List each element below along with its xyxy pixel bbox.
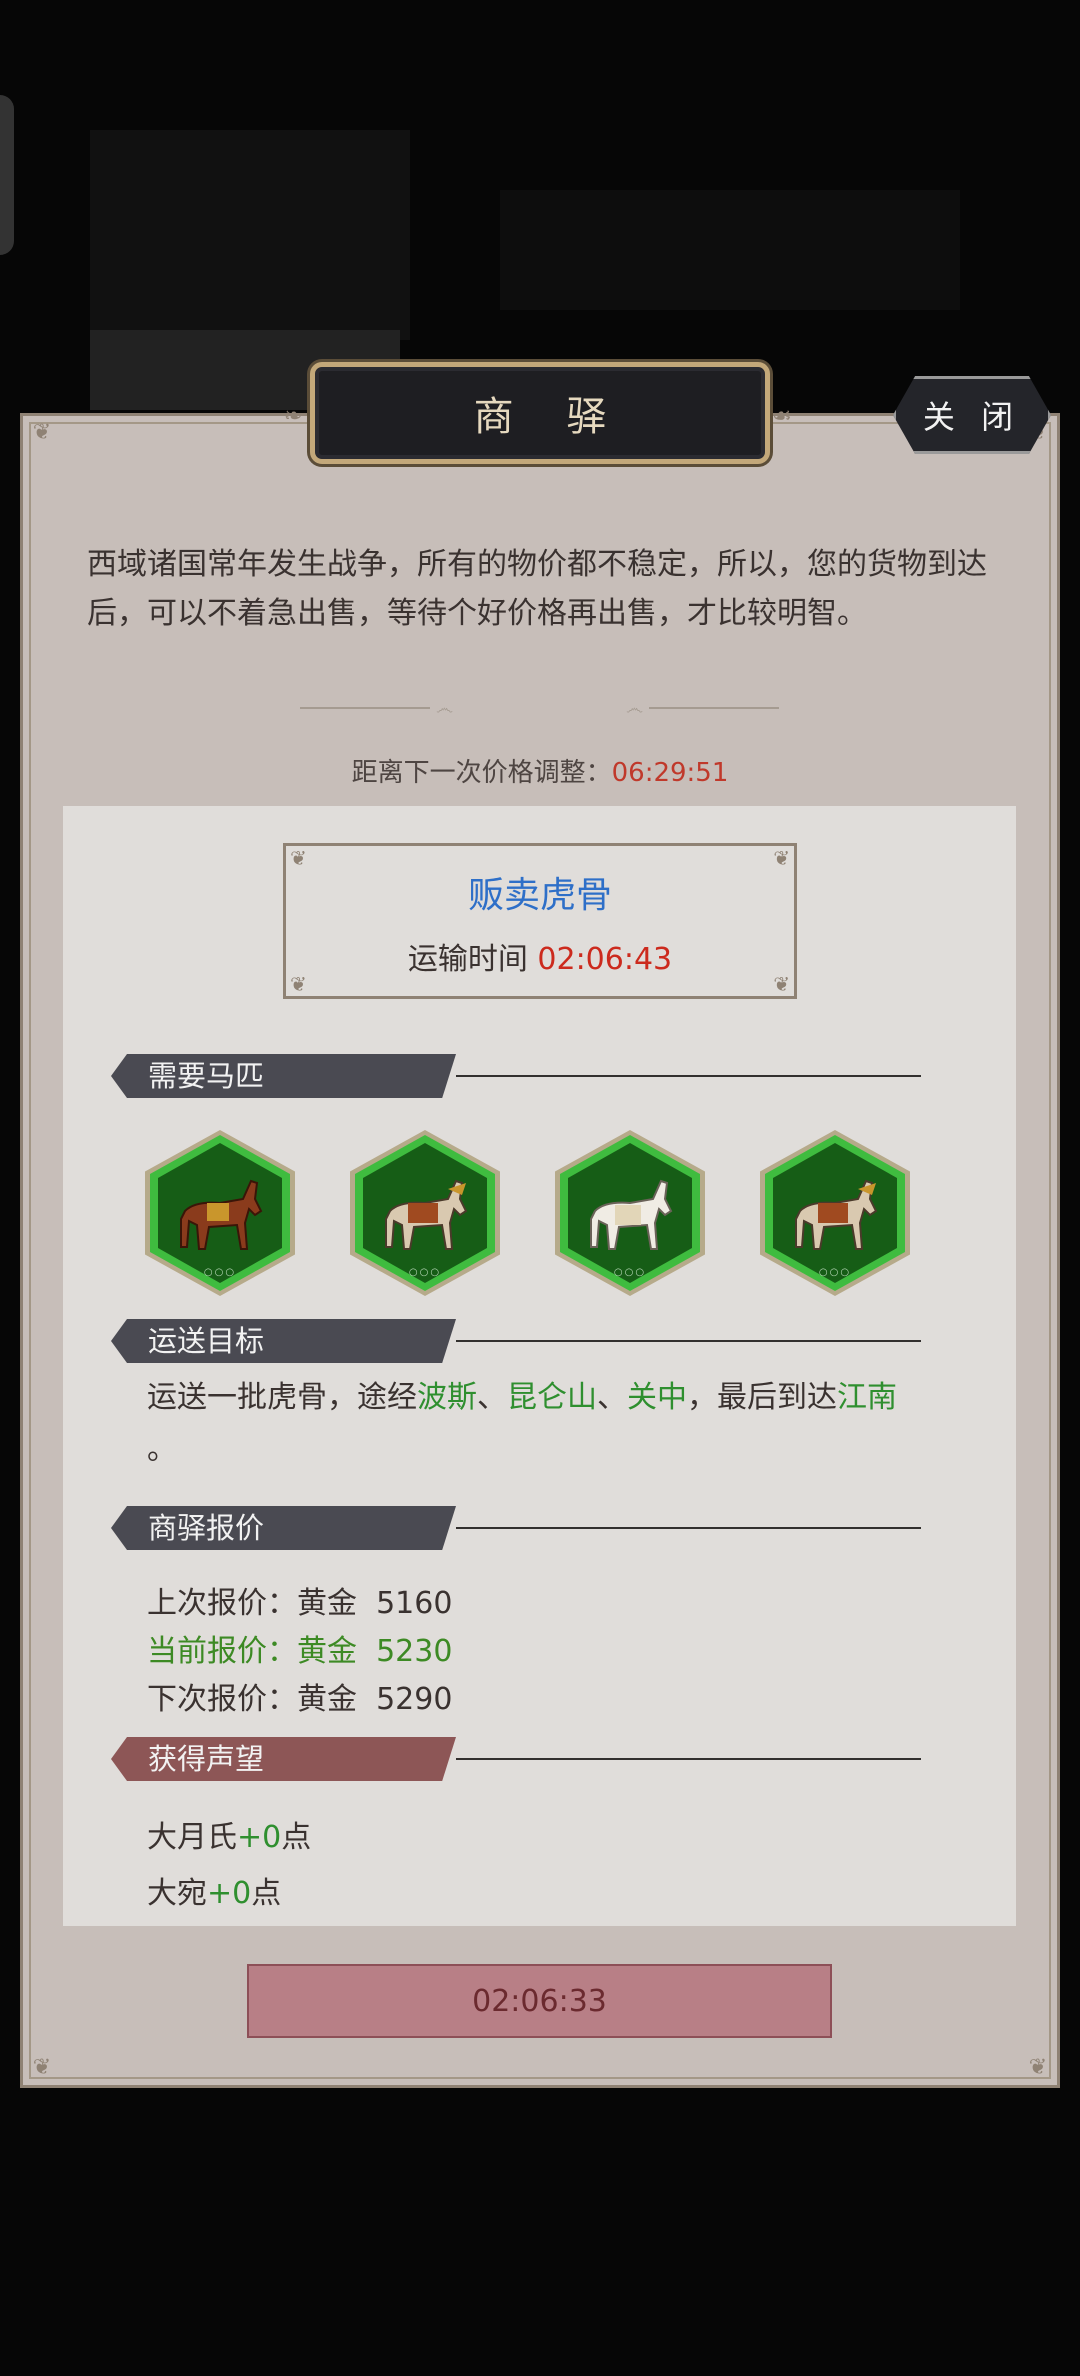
route-destination: 江南: [837, 1380, 897, 1415]
reputation-name: 大宛: [147, 1876, 207, 1911]
price-adjust-timer: 距离下一次价格调整：06:29:51: [0, 752, 1080, 789]
title-wing-right: ☙: [772, 404, 792, 429]
next-quote: 下次报价：黄金 5290: [147, 1682, 453, 1717]
corner-ornament: ❦: [1028, 2055, 1048, 2080]
section-rule: [456, 1527, 921, 1529]
countdown-action-button[interactable]: 02:06:33: [247, 1964, 832, 2038]
section-header-horses: 需要马匹: [111, 1054, 921, 1098]
route-separator: 、: [597, 1380, 627, 1415]
section-title: 需要马匹: [111, 1054, 456, 1098]
route-prefix: 运送一批虎骨，途经: [147, 1380, 417, 1415]
divider-ornament: ෴: [300, 698, 459, 719]
armored-horse-icon: [385, 1179, 468, 1250]
title-plate: 商 驿: [310, 362, 770, 464]
reputation-value: +0: [237, 1820, 282, 1855]
route-stop: 波斯: [417, 1380, 477, 1415]
section-rule: [456, 1340, 921, 1342]
corner-ornament: ❦: [32, 2055, 52, 2080]
price-adjust-value: 06:29:51: [611, 758, 729, 788]
price-adjust-label: 距离下一次价格调整：: [351, 758, 612, 788]
reputation-name: 大月氏: [147, 1820, 237, 1855]
title-wing-left: ❧: [284, 404, 303, 429]
route-stop: 关中: [627, 1380, 687, 1415]
sell-title: 贩卖虎骨: [467, 875, 612, 916]
section-header-target: 运送目标: [111, 1319, 921, 1363]
background-shape: [90, 130, 410, 340]
route-end: 。: [147, 1432, 177, 1467]
section-rule: [456, 1075, 921, 1077]
page-title: 商 驿: [473, 394, 627, 440]
reputation-unit: 点: [281, 1820, 312, 1855]
close-button[interactable]: 关 闭: [893, 376, 1051, 454]
last-quote: 上次报价：黄金 5160: [147, 1586, 453, 1621]
transport-time-label: 运输时间: [407, 942, 528, 977]
transport-time: 运输时间 02:06:43: [286, 934, 794, 978]
section-title: 获得声望: [111, 1737, 456, 1781]
transport-time-value: 02:06:43: [537, 942, 673, 977]
reputation-unit: 点: [251, 1876, 282, 1911]
corner-ornament: ❦: [32, 420, 52, 445]
section-rule: [456, 1758, 921, 1760]
divider-ornament: ෴: [620, 698, 780, 719]
section-title: 运送目标: [111, 1319, 456, 1363]
route-stop: 昆仑山: [507, 1380, 597, 1415]
section-title: 商驿报价: [111, 1506, 456, 1550]
white-horse-icon: [590, 1179, 673, 1250]
reputation-row: 大宛+0点: [147, 1868, 281, 1912]
section-header-quote: 商驿报价: [111, 1506, 921, 1550]
route-text: 运送一批虎骨，途经波斯、昆仑山、关中，最后到达江南。: [147, 1372, 947, 1476]
section-header-reputation: 获得声望: [111, 1737, 921, 1781]
route-separator: 、: [477, 1380, 507, 1415]
brown-horse-icon: [180, 1179, 263, 1250]
background-edge: [0, 95, 14, 255]
sell-info-box: ❦ ❦ ❦ ❦ 贩卖虎骨 运输时间 02:06:43: [283, 843, 797, 999]
route-mid: ，最后到达: [687, 1380, 837, 1415]
current-quote: 当前报价：黄金 5230: [147, 1634, 453, 1669]
background-shape: [500, 190, 960, 310]
description-text: 西域诸国常年发生战争，所有的物价都不稳定，所以，您的货物到达后，可以不着急出售，…: [87, 547, 987, 631]
reputation-value: +0: [207, 1876, 252, 1911]
reputation-row: 大月氏+0点: [147, 1812, 311, 1856]
armored-horse-icon: [795, 1179, 878, 1250]
